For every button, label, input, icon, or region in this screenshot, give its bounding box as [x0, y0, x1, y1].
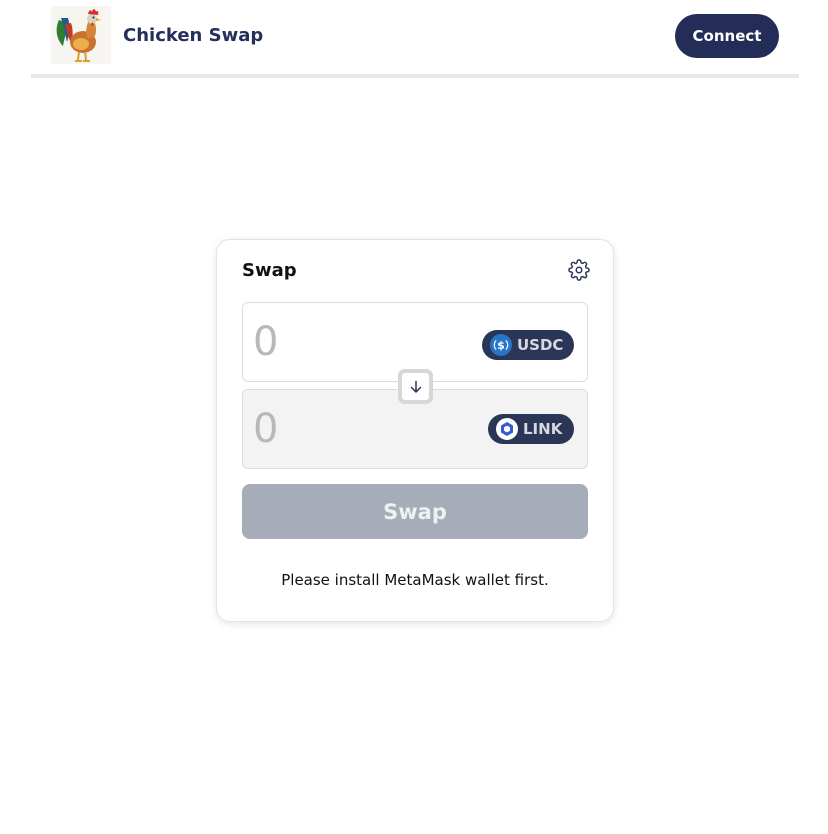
from-token-symbol: USDC	[517, 336, 564, 354]
from-amount-input[interactable]	[253, 319, 403, 365]
rooster-logo-graphic	[56, 9, 101, 62]
connect-button[interactable]: Connect	[675, 14, 779, 58]
from-token-selector[interactable]: $ USDC	[482, 330, 574, 360]
swap-card: Swap $ USDC LINK	[216, 239, 614, 622]
switch-direction-button[interactable]	[398, 369, 433, 404]
svg-text:$: $	[497, 339, 505, 352]
arrow-down-icon	[410, 380, 421, 393]
metamask-notice: Please install MetaMask wallet first.	[281, 571, 549, 589]
gear-icon[interactable]	[568, 259, 590, 281]
brand-name: Chicken Swap	[123, 25, 264, 46]
usdc-icon: $	[490, 334, 512, 356]
to-token-selector[interactable]: LINK	[488, 414, 574, 444]
to-amount-input[interactable]	[253, 406, 403, 452]
to-token-symbol: LINK	[523, 420, 563, 438]
swap-button[interactable]: Swap	[242, 484, 588, 539]
swap-card-title: Swap	[242, 260, 297, 281]
rooster-logo	[51, 6, 111, 64]
chainlink-icon	[496, 418, 518, 440]
top-navbar: Chicken Swap Connect	[31, 0, 799, 78]
